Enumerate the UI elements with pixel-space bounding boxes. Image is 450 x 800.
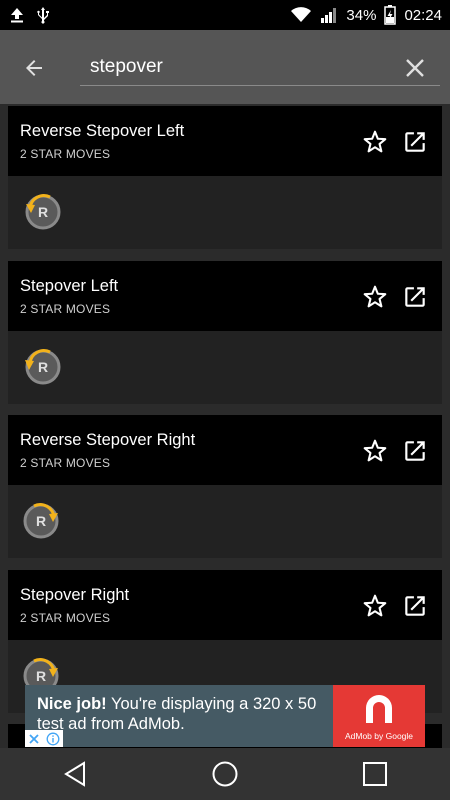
stick-letter: R: [36, 668, 46, 684]
back-button[interactable]: [14, 48, 54, 88]
move-category: 2 STAR MOVES: [20, 611, 111, 625]
right-stick-rotate-left-icon: R: [25, 194, 61, 230]
ad-choices[interactable]: [25, 730, 63, 747]
move-card-header: Reverse Stepover Right 2 STAR MOVES: [8, 415, 442, 485]
stick-letter: R: [38, 204, 48, 220]
ad-text: Nice job! You're displaying a 320 x 50 t…: [37, 694, 337, 734]
admob-icon: [366, 695, 392, 723]
search-app-bar: [0, 30, 450, 104]
clock: 02:24: [404, 6, 442, 24]
open-in-new-icon: [405, 287, 425, 307]
star-outline-icon: [363, 594, 387, 617]
clear-search-button[interactable]: [395, 48, 435, 88]
nav-recent-button[interactable]: [345, 748, 405, 800]
move-card[interactable]: Reverse Stepover Right 2 STAR MOVES R: [8, 415, 442, 558]
ad-banner[interactable]: Nice job! You're displaying a 320 x 50 t…: [25, 685, 425, 747]
open-move-button[interactable]: [400, 591, 430, 621]
search-input[interactable]: [80, 48, 440, 86]
star-outline-icon: [363, 285, 387, 308]
battery-percent: 34%: [346, 6, 377, 24]
battery-charging-icon: [384, 5, 397, 25]
close-icon: [29, 733, 39, 744]
move-category: 2 STAR MOVES: [20, 456, 111, 470]
favorite-button[interactable]: [360, 436, 390, 466]
open-in-new-icon: [405, 132, 425, 152]
right-stick-rotate-left-icon: R: [25, 349, 61, 385]
square-recent-icon: [363, 762, 387, 786]
stick-letter: R: [38, 359, 48, 375]
status-left: [8, 6, 52, 24]
favorite-button[interactable]: [360, 282, 390, 312]
stick-letter: R: [36, 513, 46, 529]
move-category: 2 STAR MOVES: [20, 147, 111, 161]
admob-logo[interactable]: AdMob by Google: [333, 685, 425, 747]
star-outline-icon: [363, 439, 387, 462]
open-move-button[interactable]: [400, 436, 430, 466]
nav-back-button[interactable]: [45, 748, 105, 800]
status-right: 34% 02:24: [290, 5, 442, 25]
arrow-back-icon: [26, 60, 42, 76]
move-card[interactable]: Reverse Stepover Left 2 STAR MOVES R: [8, 106, 442, 249]
move-title: Stepover Right: [20, 586, 130, 604]
close-icon: [406, 59, 424, 77]
circle-home-icon: [212, 761, 238, 787]
star-outline-icon: [363, 130, 387, 153]
open-in-new-icon: [405, 596, 425, 616]
move-card-header: Stepover Right 2 STAR MOVES: [8, 570, 442, 640]
upload-icon: [11, 8, 23, 23]
open-move-button[interactable]: [400, 127, 430, 157]
triangle-back-icon: [64, 761, 85, 787]
open-move-button[interactable]: [400, 282, 430, 312]
move-card[interactable]: Stepover Left 2 STAR MOVES R: [8, 261, 442, 404]
admob-brand-text: AdMob by Google: [344, 731, 414, 741]
move-title: Reverse Stepover Left: [20, 122, 185, 140]
favorite-button[interactable]: [360, 127, 390, 157]
signal-icon: [321, 8, 337, 23]
right-stick-rotate-right-icon: R: [23, 503, 59, 539]
status-bar: 34% 02:24: [0, 0, 450, 30]
results-list[interactable]: Reverse Stepover Left 2 STAR MOVES R Ste…: [0, 104, 450, 748]
move-card-header: Stepover Left 2 STAR MOVES: [8, 261, 442, 331]
move-title: Stepover Left: [20, 277, 119, 295]
favorite-button[interactable]: [360, 591, 390, 621]
move-card-header: Reverse Stepover Left 2 STAR MOVES: [8, 106, 442, 176]
move-title: Reverse Stepover Right: [20, 431, 196, 449]
info-icon: [46, 732, 60, 745]
nav-home-button[interactable]: [195, 748, 255, 800]
move-category: 2 STAR MOVES: [20, 302, 111, 316]
open-in-new-icon: [405, 441, 425, 461]
system-nav-bar: [0, 748, 450, 800]
usb-icon: [37, 7, 49, 24]
ad-headline: Nice job!: [37, 695, 107, 713]
wifi-icon: [291, 7, 312, 22]
